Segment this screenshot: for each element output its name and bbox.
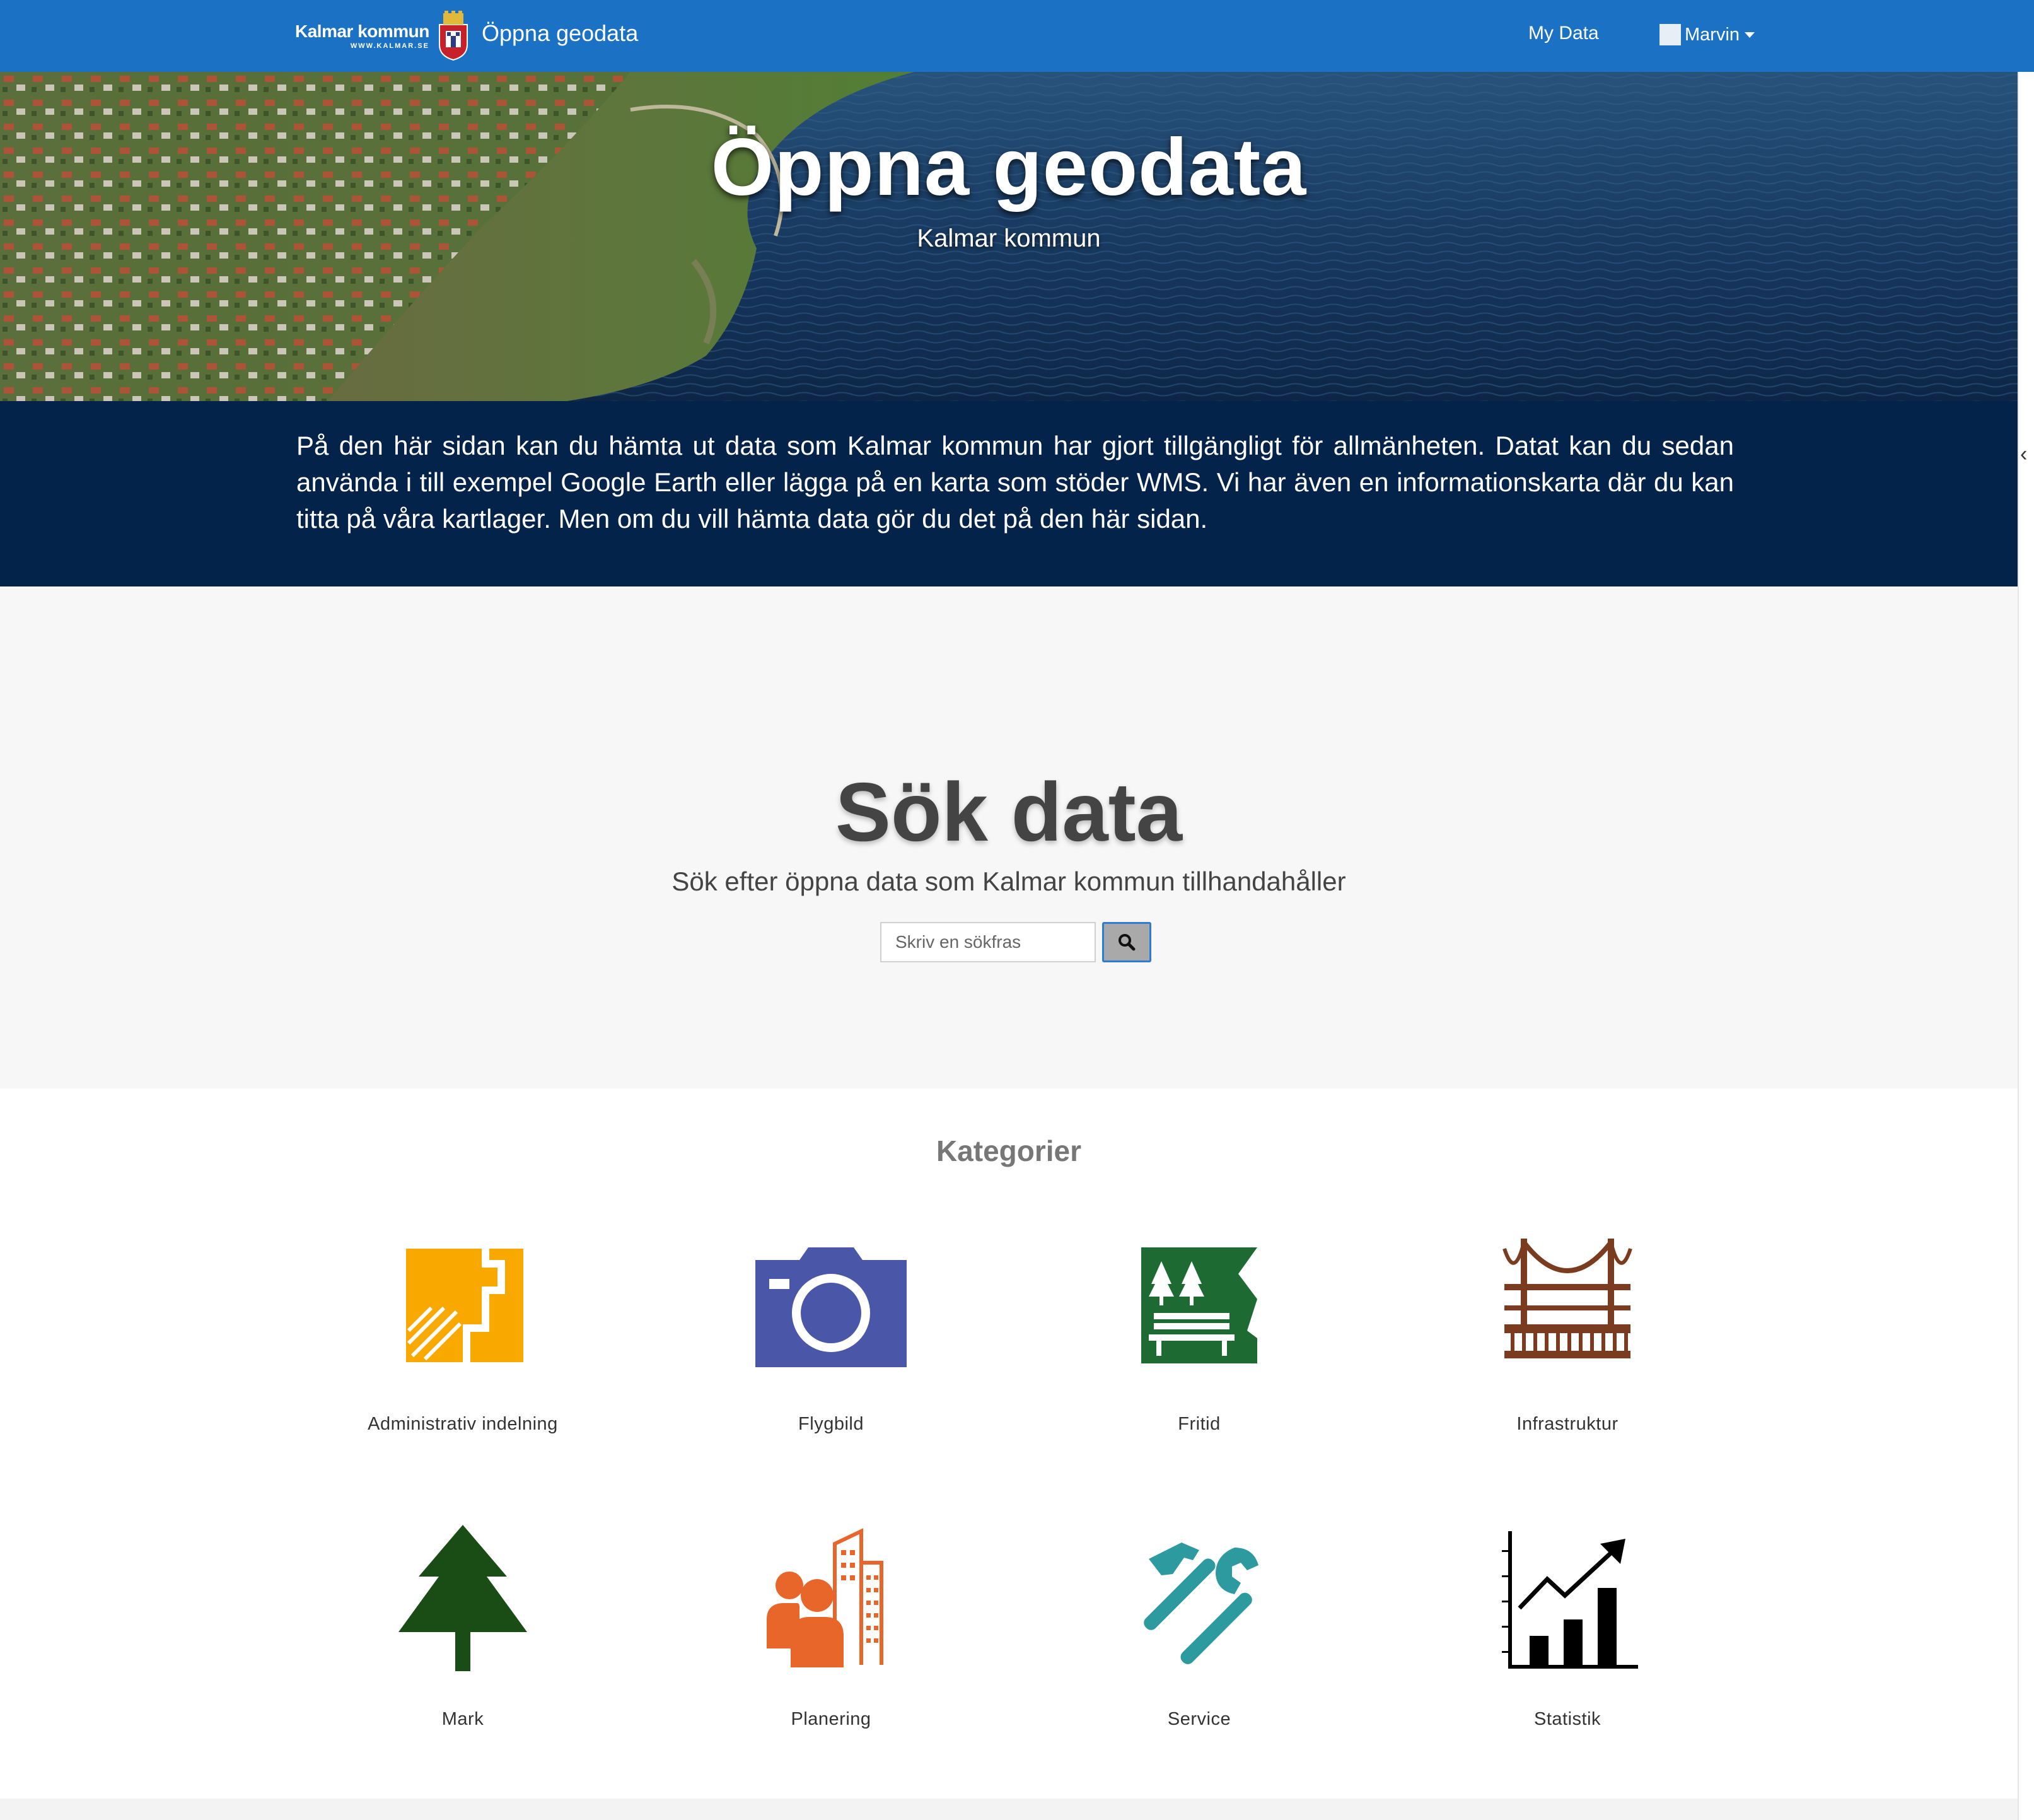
brand-name: Kalmar kommun	[295, 21, 429, 41]
category-label: Administrativ indelning	[368, 1414, 558, 1434]
user-name: Marvin	[1685, 24, 1740, 45]
intro-band: På den här sidan kan du hämta ut data so…	[0, 401, 2018, 586]
category-label: Statistik	[1533, 1709, 1601, 1729]
brand-logo[interactable]: Kalmar kommun WWW.KALMAR.SE	[295, 9, 470, 63]
categories-title: Kategorier	[936, 1135, 1082, 1167]
category-label: Service	[1167, 1709, 1231, 1729]
footer-band	[0, 1799, 2018, 1820]
brand-url: WWW.KALMAR.SE	[350, 42, 429, 50]
tree-icon	[398, 1525, 527, 1671]
category-service[interactable]: Service	[1061, 1525, 1338, 1790]
search-subtitle: Sök efter öppna data som Kalmar kommun t…	[671, 866, 1346, 896]
coat-of-arms-icon	[438, 11, 468, 61]
hammer-wrench-icon	[1144, 1543, 1258, 1664]
category-infrastruktur[interactable]: Infrastruktur	[1429, 1230, 1706, 1495]
category-planering[interactable]: Planering	[692, 1525, 970, 1790]
category-administrativ-indelning[interactable]: Administrativ indelning	[324, 1230, 601, 1495]
chart-growth-icon	[1502, 1531, 1638, 1669]
chevron-left-icon[interactable]: ‹	[2020, 441, 2034, 467]
park-bench-icon	[1141, 1247, 1257, 1363]
category-label: Flygbild	[798, 1414, 864, 1434]
intro-text: På den här sidan kan du hämta ut data so…	[296, 431, 1734, 534]
map-parcels-icon	[406, 1249, 523, 1362]
hero-title: Öppna geodata	[711, 122, 1307, 213]
caret-down-icon	[1745, 32, 1755, 38]
category-label: Mark	[441, 1709, 484, 1729]
hero-subtitle: Kalmar kommun	[917, 225, 1101, 252]
search-section: Sök data Sök efter öppna data som Kalmar…	[0, 586, 2018, 1088]
avatar	[1659, 24, 1681, 45]
app-title[interactable]: Öppna geodata	[482, 0, 638, 67]
side-panel-strip	[2018, 72, 2034, 1820]
search-icon	[1119, 934, 1136, 951]
category-mark[interactable]: Mark	[324, 1525, 601, 1790]
user-menu[interactable]: Marvin	[1659, 0, 1755, 69]
nav-my-data-link[interactable]: My Data	[1528, 0, 1599, 67]
category-flygbild[interactable]: Flygbild	[692, 1230, 970, 1495]
category-label: Fritid	[1178, 1414, 1221, 1434]
brand-text: Kalmar kommun WWW.KALMAR.SE	[295, 22, 429, 50]
category-label: Infrastruktur	[1516, 1414, 1618, 1434]
hero-banner: Öppna geodata Kalmar kommun	[0, 72, 2018, 401]
category-statistik[interactable]: Statistik	[1429, 1525, 1706, 1790]
top-navbar: Kalmar kommun WWW.KALMAR.SE Öppna geodat…	[0, 0, 2034, 72]
search-button[interactable]	[1102, 922, 1151, 962]
camera-icon	[755, 1247, 907, 1367]
people-buildings-icon	[767, 1528, 883, 1667]
search-input[interactable]	[880, 922, 1096, 962]
search-title: Sök data	[835, 766, 1183, 858]
bridge-icon	[1502, 1239, 1632, 1358]
category-label: Planering	[791, 1709, 871, 1729]
category-fritid[interactable]: Fritid	[1061, 1230, 1338, 1495]
